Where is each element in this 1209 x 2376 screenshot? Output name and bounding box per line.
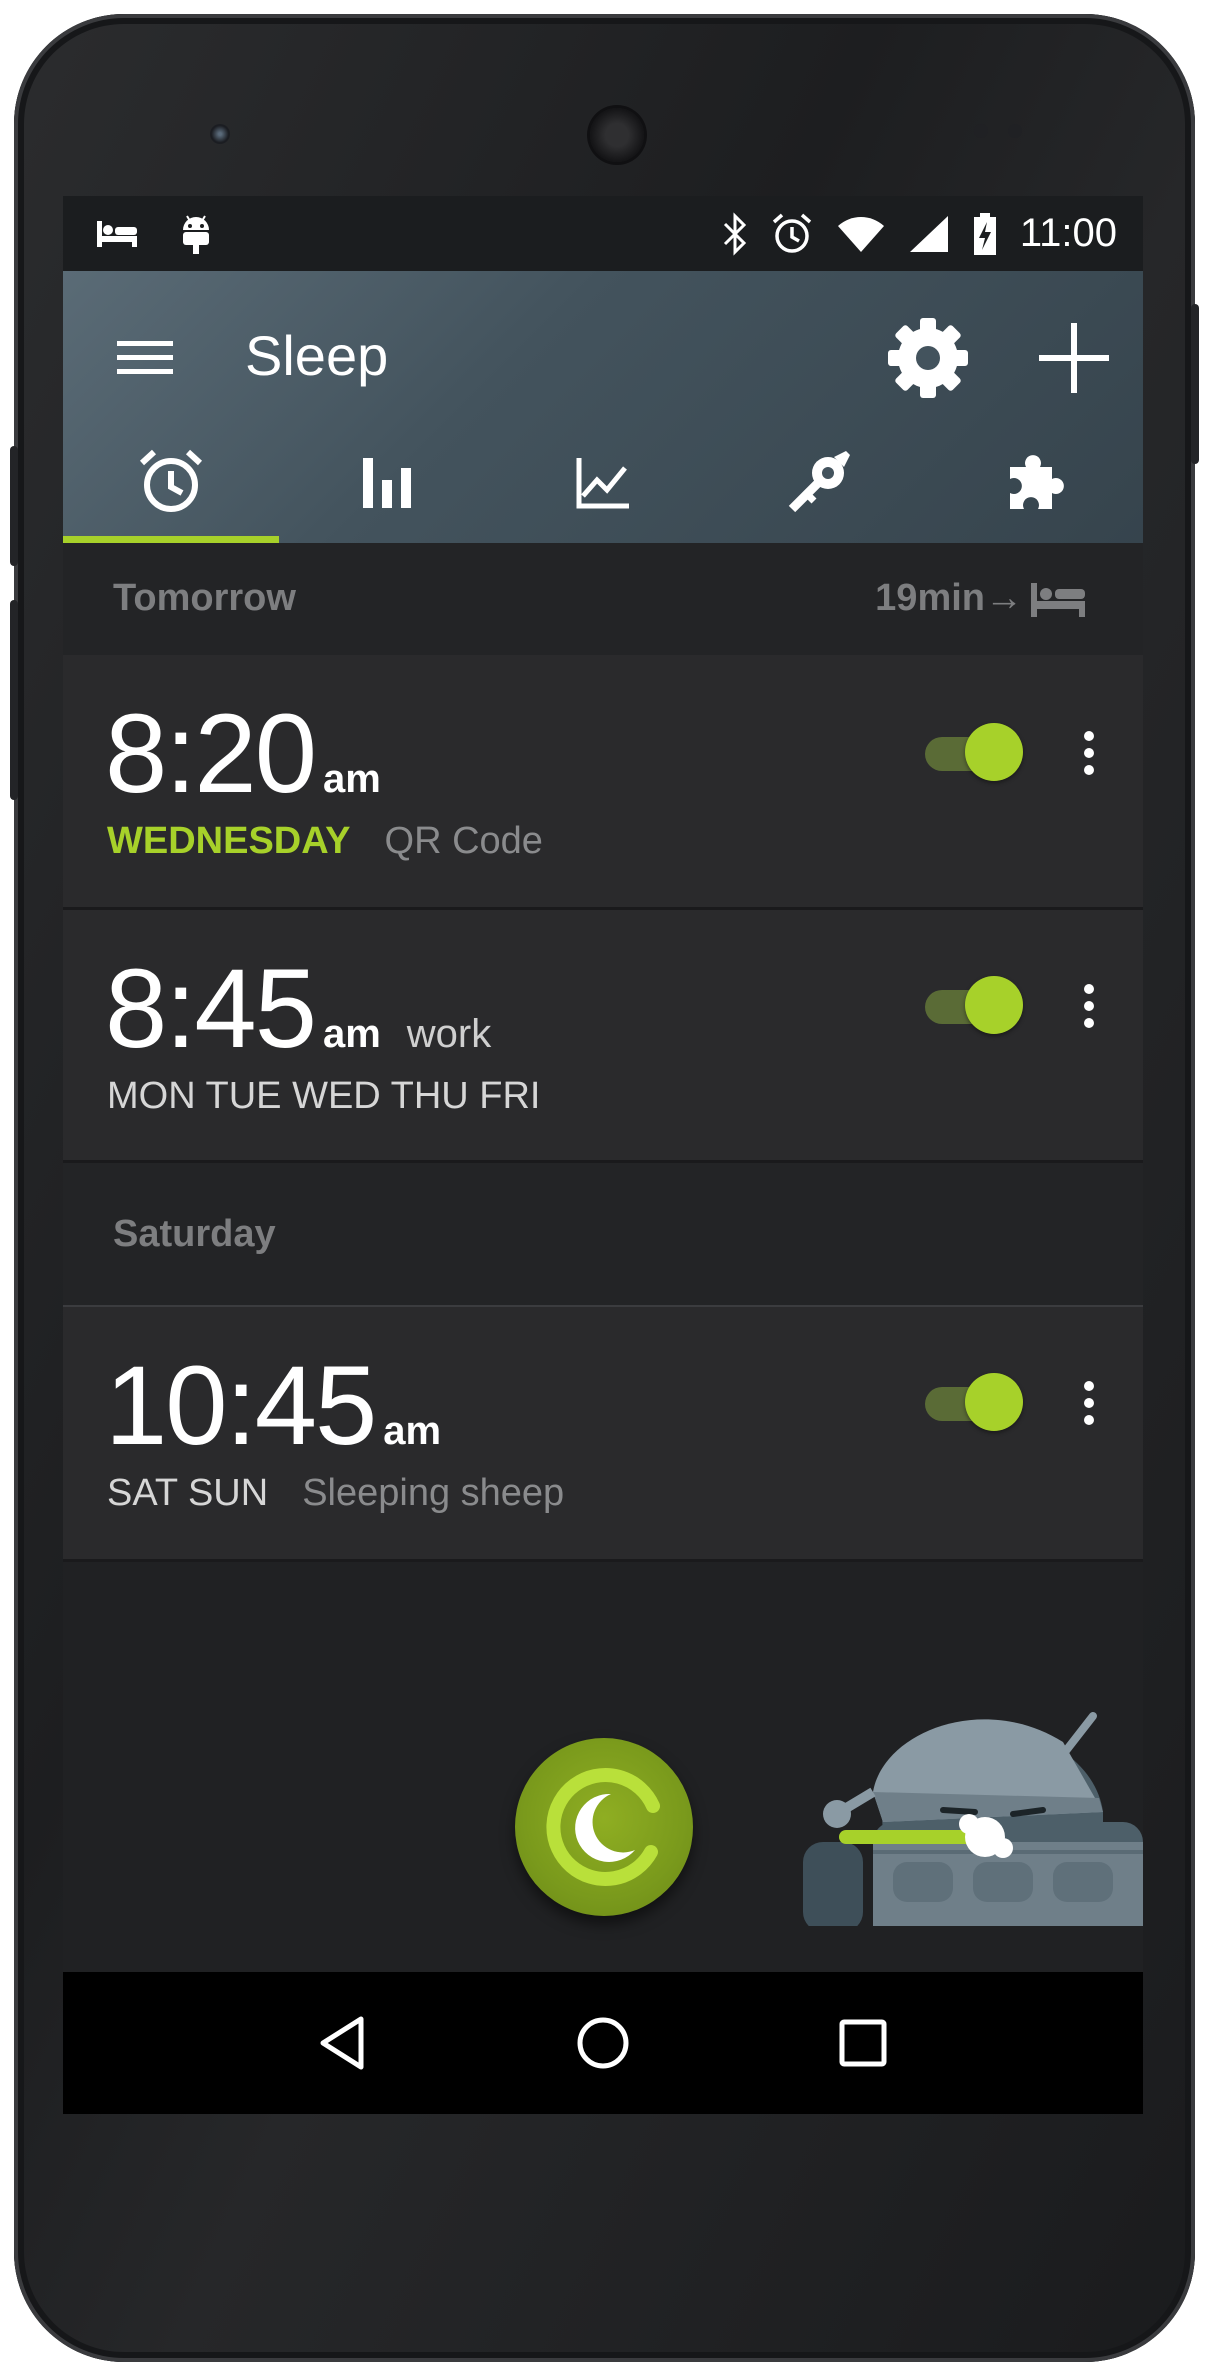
tab-bar	[63, 421, 1143, 543]
tab-addons[interactable]	[927, 421, 1143, 543]
more-options-button[interactable]	[1069, 723, 1109, 783]
app-bar: Sleep	[63, 271, 1143, 543]
more-dot	[1084, 1398, 1094, 1408]
back-button[interactable]	[303, 2003, 383, 2083]
sensor-right	[1008, 124, 1022, 138]
toggle-thumb	[965, 723, 1023, 781]
recents-button[interactable]	[823, 2003, 903, 2083]
more-dot	[1084, 1001, 1094, 1011]
section-label: Tomorrow	[113, 577, 296, 619]
alarm-item[interactable]: 10:45 am SAT SUN Sleeping sheep	[63, 1307, 1143, 1562]
more-dot	[1084, 1381, 1094, 1391]
status-time: 11:00	[1019, 211, 1117, 255]
more-dot	[1084, 748, 1094, 758]
alarm-toggle[interactable]	[925, 1373, 1023, 1433]
system-nav-bar	[63, 1972, 1143, 2114]
sensor-left	[974, 124, 988, 138]
bed-icon	[97, 220, 137, 247]
alarm-time-row: 8:45 am work	[105, 944, 491, 1073]
more-dot	[1084, 1415, 1094, 1425]
alarm-captcha-label: Sleeping sheep	[302, 1472, 565, 1514]
tab-tools[interactable]	[711, 421, 927, 543]
alarm-days: SAT SUN	[107, 1472, 269, 1514]
settings-button[interactable]	[883, 313, 973, 403]
home-icon	[577, 2017, 629, 2069]
more-dot	[1084, 731, 1094, 741]
alarm-time-row: 10:45 am	[105, 1341, 441, 1470]
alarm-time-row: 8:20 am	[105, 689, 381, 818]
moon-icon	[546, 1767, 660, 1886]
android-icon	[183, 214, 209, 254]
tools-icon	[788, 451, 850, 513]
alarm-toggle[interactable]	[925, 976, 1023, 1036]
bar-chart-icon	[363, 458, 411, 508]
side-button-left-volume	[10, 600, 18, 800]
tab-graphs[interactable]	[495, 421, 711, 543]
signal-icon	[909, 215, 948, 252]
alarm-label: work	[406, 1012, 492, 1056]
add-alarm-button[interactable]	[1029, 313, 1119, 403]
side-button-left	[10, 446, 18, 566]
time-to-bed-text: 19min→	[875, 577, 1023, 619]
alarm-icon	[772, 213, 812, 253]
alarm-time: 8:20	[105, 691, 317, 816]
menu-icon	[117, 341, 173, 374]
bed-icon	[1031, 582, 1085, 617]
tab-alarms[interactable]	[63, 421, 279, 543]
alarm-captcha-label: QR Code	[384, 820, 543, 862]
earpiece-speaker	[590, 108, 644, 162]
back-icon	[320, 2016, 364, 2070]
trend-chart-icon	[576, 458, 629, 509]
section-header-saturday: Saturday	[63, 1163, 1143, 1307]
alarm-time: 10:45	[105, 1343, 377, 1468]
home-button[interactable]	[563, 2003, 643, 2083]
alarm-days: MON TUE WED THU FRI	[107, 1075, 541, 1117]
sleep-tracking-fab[interactable]	[515, 1738, 693, 1916]
sleepy-android-illustration	[803, 1712, 1143, 1926]
toggle-thumb	[965, 976, 1023, 1034]
time-to-bed-info: 19min→	[875, 577, 1087, 620]
more-dot	[1084, 984, 1094, 994]
more-options-button[interactable]	[1069, 976, 1109, 1036]
alarm-time: 8:45	[105, 946, 317, 1071]
toggle-thumb	[965, 1373, 1023, 1431]
gear-icon	[888, 318, 968, 398]
section-header-tomorrow: Tomorrow 19min→	[63, 543, 1143, 657]
more-dot	[1084, 765, 1094, 775]
alarm-ampm: am	[322, 1012, 381, 1056]
battery-icon	[973, 212, 996, 255]
front-camera	[210, 124, 230, 144]
more-options-button[interactable]	[1069, 1373, 1109, 1433]
alarm-clock-icon	[139, 449, 203, 512]
alarm-toggle[interactable]	[925, 723, 1023, 783]
alarm-sub-row: WEDNESDAY QR Code	[107, 820, 543, 863]
alarm-days: WEDNESDAY	[107, 820, 351, 862]
page-title: Sleep	[245, 324, 389, 387]
screen: 11:00 Sleep Tomorrow 19min→ 8:20 am WEDN…	[63, 196, 1143, 2114]
recents-icon	[839, 2019, 887, 2067]
menu-button[interactable]	[113, 325, 177, 389]
alarm-sub-row: MON TUE WED THU FRI	[107, 1075, 540, 1118]
alarm-ampm: am	[383, 1409, 442, 1453]
plus-icon	[1039, 323, 1109, 393]
alarm-item[interactable]: 8:45 am work MON TUE WED THU FRI	[63, 910, 1143, 1163]
alarm-sub-row: SAT SUN Sleeping sheep	[107, 1472, 564, 1515]
side-button-right	[1191, 304, 1199, 464]
puzzle-icon	[1010, 455, 1064, 509]
section-label: Saturday	[113, 1213, 276, 1255]
bluetooth-icon	[723, 211, 746, 256]
wifi-icon	[837, 216, 884, 252]
alarm-item[interactable]: 8:20 am WEDNESDAY QR Code	[63, 655, 1143, 910]
more-dot	[1084, 1018, 1094, 1028]
status-bar: 11:00	[63, 196, 1143, 271]
tab-statistics[interactable]	[279, 421, 495, 543]
alarm-ampm: am	[322, 757, 381, 801]
